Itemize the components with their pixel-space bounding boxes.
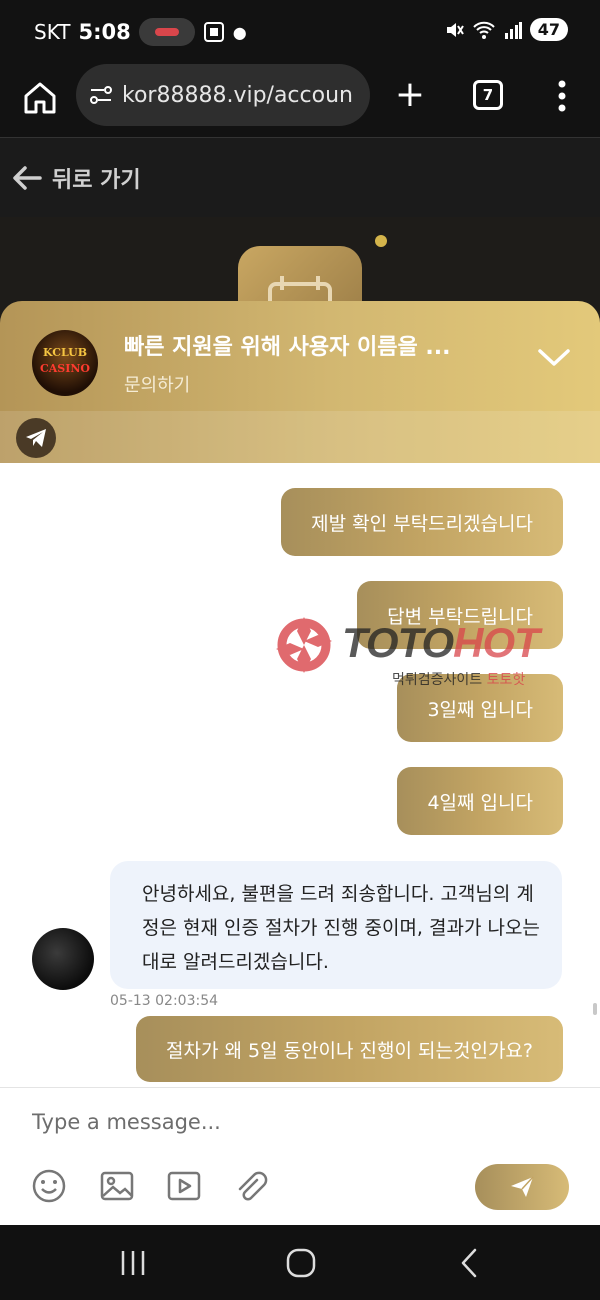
logo-text-top: KCLUB (42, 346, 88, 359)
back-nav-icon[interactable] (452, 1245, 488, 1281)
home-nav-icon[interactable] (283, 1245, 319, 1281)
message-bubble-outgoing: 3일째 입니다 (397, 674, 563, 742)
send-icon (511, 1176, 534, 1197)
recents-icon[interactable] (115, 1245, 151, 1281)
image-icon[interactable] (99, 1168, 135, 1204)
back-label: 뒤로 가기 (52, 168, 141, 193)
message-text: 3일째 입니다 (427, 698, 533, 721)
casino-logo: KCLUB CASINO (32, 330, 98, 396)
url-text: kor88888.vip/accoun (122, 82, 353, 108)
logo-text-bottom: CASINO (39, 362, 90, 375)
attachment-icon[interactable] (232, 1168, 268, 1204)
mute-icon (446, 22, 464, 37)
carrier-label: SKT (34, 20, 71, 44)
watermark-logo-icon (276, 617, 332, 673)
message-bubble-incoming: 안녕하세요, 불편을 드려 죄송합니다. 고객님의 계정은 현재 인증 절차가 … (110, 861, 562, 989)
send-button[interactable] (475, 1164, 569, 1210)
site-settings-icon[interactable] (88, 82, 114, 108)
telegram-icon (26, 429, 46, 447)
message-text: 제발 확인 부탁드리겠습니다 (311, 512, 533, 535)
status-bar: SKT 5:08 ● 47 (0, 0, 600, 62)
home-icon[interactable] (20, 78, 60, 118)
address-bar[interactable]: kor88888.vip/accoun (76, 64, 370, 126)
chat-subtitle: 문의하기 (124, 375, 191, 396)
clock: 5:08 (78, 20, 131, 44)
video-icon[interactable] (166, 1168, 202, 1204)
message-input[interactable] (18, 1102, 578, 1142)
wifi-icon (473, 21, 495, 39)
signal-icon (504, 21, 522, 39)
back-arrow-icon (13, 166, 42, 190)
browser-toolbar: kor88888.vip/accoun + 7 (0, 62, 600, 138)
tabs-icon[interactable]: 7 (473, 80, 503, 110)
screenshot-icon (203, 22, 224, 42)
message-list[interactable]: 제발 확인 부탁드리겠습니다 답변 부탁드립니다 3일째 입니다 4일째 입니다… (0, 463, 600, 1087)
message-timestamp: 05-13 02:03:54 (110, 993, 219, 1009)
message-bubble-outgoing: 4일째 입니다 (397, 767, 563, 835)
battery-indicator: 47 (529, 18, 568, 41)
notification-pill (138, 18, 195, 46)
message-text: 답변 부탁드립니다 (387, 605, 533, 628)
telegram-button[interactable] (16, 418, 56, 458)
message-text: 절차가 왜 5일 동안이나 진행이 되는것인가요? (165, 1039, 533, 1062)
tab-count: 7 (482, 86, 494, 104)
emoji-icon[interactable] (31, 1168, 67, 1204)
back-link[interactable]: 뒤로 가기 (0, 139, 600, 217)
chat-title: 빠른 지원을 위해 사용자 이름을 ... (124, 335, 451, 360)
scrollbar[interactable] (593, 1003, 597, 1015)
message-text: 4일째 입니다 (427, 791, 533, 814)
chevron-down-icon[interactable] (536, 345, 572, 369)
notification-dot (375, 235, 387, 247)
message-bubble-outgoing: 제발 확인 부탁드리겠습니다 (281, 488, 563, 556)
plus-icon[interactable]: + (390, 76, 430, 116)
agent-avatar (32, 928, 94, 990)
message-composer (0, 1087, 600, 1225)
more-icon[interactable] (550, 78, 574, 114)
notification-dot: ● (232, 22, 247, 42)
message-text: 안녕하세요, 불편을 드려 죄송합니다. 고객님의 계정은 현재 인증 절차가 … (142, 883, 540, 973)
channel-strip (0, 411, 600, 463)
chat-header: KCLUB CASINO 빠른 지원을 위해 사용자 이름을 ... 문의하기 (0, 301, 600, 463)
message-bubble-outgoing: 절차가 왜 5일 동안이나 진행이 되는것인가요? (135, 1016, 563, 1082)
message-bubble-outgoing: 답변 부탁드립니다 (357, 581, 563, 649)
system-nav-bar (0, 1225, 600, 1300)
